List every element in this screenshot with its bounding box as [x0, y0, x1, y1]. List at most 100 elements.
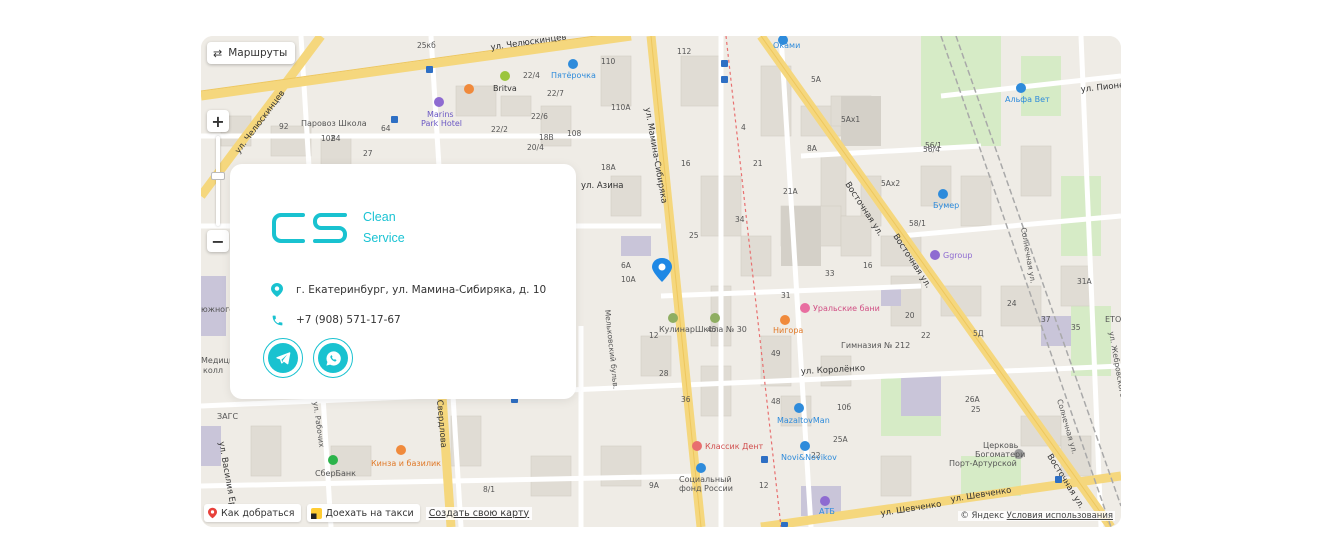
- svg-text:25: 25: [689, 231, 699, 240]
- zoom-out-button[interactable]: −: [207, 230, 229, 252]
- svg-text:ETO: ETO: [1105, 315, 1121, 324]
- phone-icon: [270, 313, 284, 327]
- svg-text:25А: 25А: [833, 435, 849, 444]
- company-name: Clean Service: [363, 207, 405, 249]
- svg-text:108: 108: [567, 129, 582, 138]
- svg-text:4: 4: [741, 123, 746, 132]
- create-map-link[interactable]: Создать свою карту: [425, 506, 533, 520]
- svg-text:Нигора: Нигора: [773, 326, 803, 335]
- zoom-slider[interactable]: [211, 136, 225, 226]
- svg-text:Novi&Novikov: Novi&Novikov: [781, 453, 837, 462]
- svg-text:5А: 5А: [811, 75, 822, 84]
- svg-text:Уральские бани: Уральские бани: [813, 304, 880, 313]
- svg-text:58/1: 58/1: [909, 219, 926, 228]
- svg-text:102: 102: [321, 134, 336, 143]
- svg-text:22: 22: [921, 331, 931, 340]
- svg-text:СберБанк: СберБанк: [315, 469, 356, 478]
- svg-text:49: 49: [771, 349, 781, 358]
- svg-text:Церковь: Церковь: [983, 441, 1019, 450]
- red-marker-icon: [208, 507, 217, 519]
- svg-text:Гимназия № 212: Гимназия № 212: [841, 341, 910, 350]
- svg-text:АТБ: АТБ: [819, 507, 835, 516]
- svg-text:фонд России: фонд России: [679, 484, 733, 493]
- whatsapp-icon: [318, 343, 348, 373]
- svg-text:Школа № 30: Школа № 30: [695, 325, 747, 334]
- svg-text:5Ах1: 5Ах1: [841, 115, 860, 124]
- svg-text:22/2: 22/2: [491, 125, 508, 134]
- svg-text:26А: 26А: [965, 395, 981, 404]
- telegram-button[interactable]: [263, 338, 303, 378]
- svg-text:Альфа Вет: Альфа Вет: [1005, 95, 1050, 104]
- svg-text:колл: колл: [203, 366, 223, 375]
- svg-text:16: 16: [863, 261, 873, 270]
- svg-text:10А: 10А: [621, 275, 637, 284]
- svg-text:92: 92: [279, 122, 289, 131]
- taxi-icon: [310, 507, 322, 519]
- svg-text:56/1: 56/1: [925, 141, 942, 150]
- svg-text:31: 31: [781, 291, 791, 300]
- map[interactable]: ул. Челюскинцев ул. Челюскинцев ул. Мами…: [201, 36, 1121, 527]
- whatsapp-button[interactable]: [313, 338, 353, 378]
- svg-text:35: 35: [1071, 323, 1081, 332]
- company-name-line2: Service: [363, 231, 405, 245]
- phone-row[interactable]: +7 (908) 571-17-67: [270, 313, 401, 327]
- zoom-control[interactable]: + −: [207, 110, 229, 252]
- svg-text:12: 12: [759, 481, 769, 490]
- svg-text:8А: 8А: [807, 144, 818, 153]
- svg-text:33: 33: [825, 269, 835, 278]
- svg-text:10б: 10б: [837, 403, 852, 412]
- svg-text:18А: 18А: [601, 163, 617, 172]
- map-bottom-bar: Как добраться Доехать на такси Создать с…: [204, 504, 533, 522]
- svg-text:37: 37: [1041, 315, 1051, 324]
- svg-text:34: 34: [735, 215, 745, 224]
- directions-label: Как добраться: [221, 507, 295, 519]
- map-marker-icon: [270, 283, 284, 297]
- svg-text:64: 64: [381, 124, 391, 133]
- svg-text:22/6: 22/6: [531, 112, 548, 121]
- svg-text:Ggroup: Ggroup: [943, 251, 972, 260]
- svg-text:Социальный: Социальный: [679, 475, 732, 484]
- svg-text:16: 16: [681, 159, 691, 168]
- svg-text:Britva: Britva: [493, 84, 517, 93]
- svg-text:48: 48: [771, 397, 781, 406]
- svg-text:Оками: Оками: [773, 41, 800, 50]
- svg-text:Паровоз Школа: Паровоз Школа: [301, 119, 367, 128]
- svg-text:12: 12: [649, 331, 659, 340]
- routes-button[interactable]: ⇄ Маршруты: [207, 42, 296, 64]
- terms-link[interactable]: Условия использования: [1007, 511, 1113, 521]
- copyright-brand: © Яндекс: [960, 511, 1004, 521]
- svg-text:ЗАГС: ЗАГС: [217, 412, 238, 421]
- social-links: [263, 338, 353, 378]
- taxi-button[interactable]: Доехать на такси: [306, 504, 420, 522]
- svg-text:MazaltovMan: MazaltovMan: [777, 416, 830, 425]
- svg-text:Богоматери: Богоматери: [975, 450, 1025, 459]
- svg-text:31А: 31А: [1077, 277, 1093, 286]
- svg-text:25кб: 25кб: [417, 41, 436, 50]
- svg-text:Бумер: Бумер: [933, 201, 959, 210]
- zoom-in-button[interactable]: +: [207, 110, 229, 132]
- svg-text:24: 24: [1007, 299, 1017, 308]
- svg-text:ул. Азина: ул. Азина: [581, 181, 624, 191]
- map-copyright: © Яндекс Условия использования: [958, 511, 1115, 521]
- phone-text[interactable]: +7 (908) 571-17-67: [296, 314, 401, 326]
- taxi-label: Доехать на такси: [325, 507, 414, 519]
- route-icon: ⇄: [213, 46, 223, 60]
- svg-text:Классик Дент: Классик Дент: [705, 442, 763, 451]
- address-text: г. Екатеринбург, ул. Мамина-Сибиряка, д.…: [296, 284, 547, 296]
- svg-text:Кулинар: Кулинар: [659, 325, 695, 334]
- svg-text:Пятёрочка: Пятёрочка: [551, 71, 596, 80]
- svg-text:36: 36: [681, 395, 691, 404]
- svg-text:5Ах2: 5Ах2: [881, 179, 900, 188]
- svg-text:22/7: 22/7: [547, 89, 564, 98]
- svg-text:27: 27: [363, 149, 373, 158]
- directions-button[interactable]: Как добраться: [204, 504, 301, 522]
- company-info-card: Clean Service г. Екатеринбург, ул. Мамин…: [230, 164, 576, 399]
- zoom-slider-handle[interactable]: [211, 172, 225, 180]
- svg-text:25: 25: [971, 405, 981, 414]
- svg-text:Park Hotel: Park Hotel: [421, 119, 462, 128]
- svg-text:Marins: Marins: [427, 110, 454, 119]
- svg-text:6А: 6А: [621, 261, 632, 270]
- svg-text:110А: 110А: [611, 103, 631, 112]
- svg-text:21А: 21А: [783, 187, 799, 196]
- address-row: г. Екатеринбург, ул. Мамина-Сибиряка, д.…: [270, 283, 546, 297]
